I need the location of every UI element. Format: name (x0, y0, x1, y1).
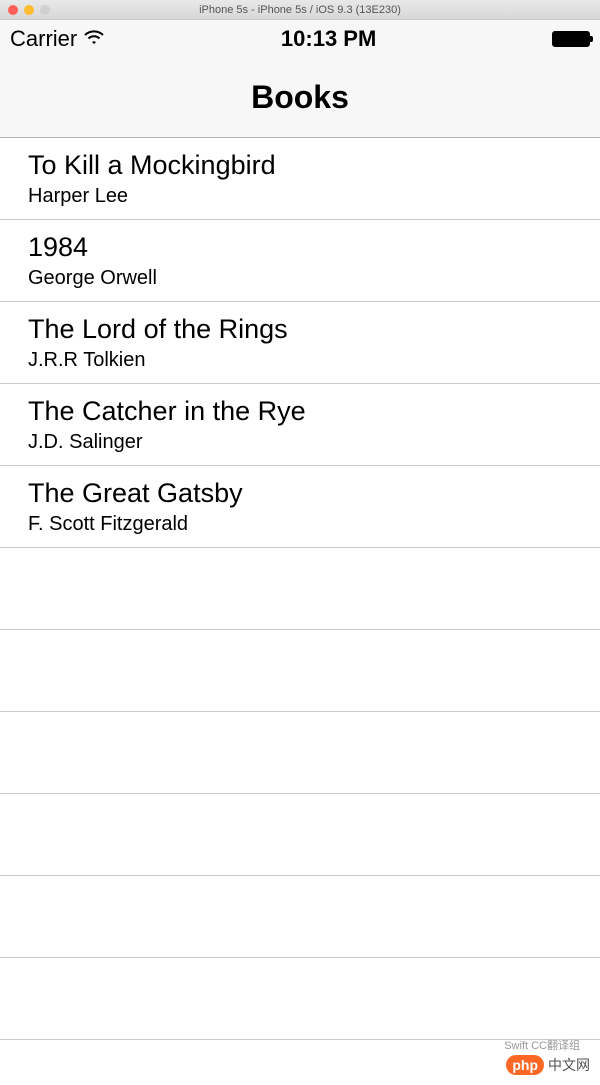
traffic-lights (8, 5, 50, 15)
book-title: The Lord of the Rings (28, 313, 572, 345)
table-row[interactable]: To Kill a Mockingbird Harper Lee (0, 138, 600, 220)
watermark: php 中文网 (506, 1055, 590, 1075)
empty-row (0, 548, 600, 630)
page-title: Books (251, 79, 349, 116)
battery-icon (552, 31, 590, 47)
status-time: 10:13 PM (281, 26, 376, 52)
window-title: iPhone 5s - iPhone 5s / iOS 9.3 (13E230) (0, 4, 600, 16)
close-icon[interactable] (8, 5, 18, 15)
table-row[interactable]: 1984 George Orwell (0, 220, 600, 302)
status-right (552, 31, 590, 47)
empty-row (0, 876, 600, 958)
table-row[interactable]: The Great Gatsby F. Scott Fitzgerald (0, 466, 600, 548)
status-bar: Carrier 10:13 PM (0, 20, 600, 58)
table-row[interactable]: The Lord of the Rings J.R.R Tolkien (0, 302, 600, 384)
book-title: The Great Gatsby (28, 477, 572, 509)
minimize-icon[interactable] (24, 5, 34, 15)
empty-row (0, 794, 600, 876)
empty-row (0, 630, 600, 712)
device-frame: Carrier 10:13 PM Books To Kill a Mocking… (0, 20, 600, 1085)
navigation-bar: Books (0, 58, 600, 138)
watermark-text: 中文网 (548, 1055, 590, 1075)
book-title: The Catcher in the Rye (28, 395, 572, 427)
empty-row (0, 958, 600, 1040)
zoom-icon[interactable] (40, 5, 50, 15)
simulator-window-chrome: iPhone 5s - iPhone 5s / iOS 9.3 (13E230) (0, 0, 600, 20)
book-title: 1984 (28, 231, 572, 263)
book-author: George Orwell (28, 266, 572, 290)
wifi-icon (83, 26, 105, 52)
book-author: Harper Lee (28, 184, 572, 208)
book-title: To Kill a Mockingbird (28, 149, 572, 181)
status-left: Carrier (10, 26, 105, 52)
book-author: J.D. Salinger (28, 430, 572, 454)
book-author: J.R.R Tolkien (28, 348, 572, 372)
table-row[interactable]: The Catcher in the Rye J.D. Salinger (0, 384, 600, 466)
carrier-label: Carrier (10, 26, 77, 52)
empty-row (0, 712, 600, 794)
book-author: F. Scott Fitzgerald (28, 512, 572, 536)
watermark-badge: php (506, 1055, 544, 1075)
books-table[interactable]: To Kill a Mockingbird Harper Lee 1984 Georg… (0, 138, 600, 1040)
watermark-sub: Swift CC翻译组 (504, 1037, 580, 1053)
